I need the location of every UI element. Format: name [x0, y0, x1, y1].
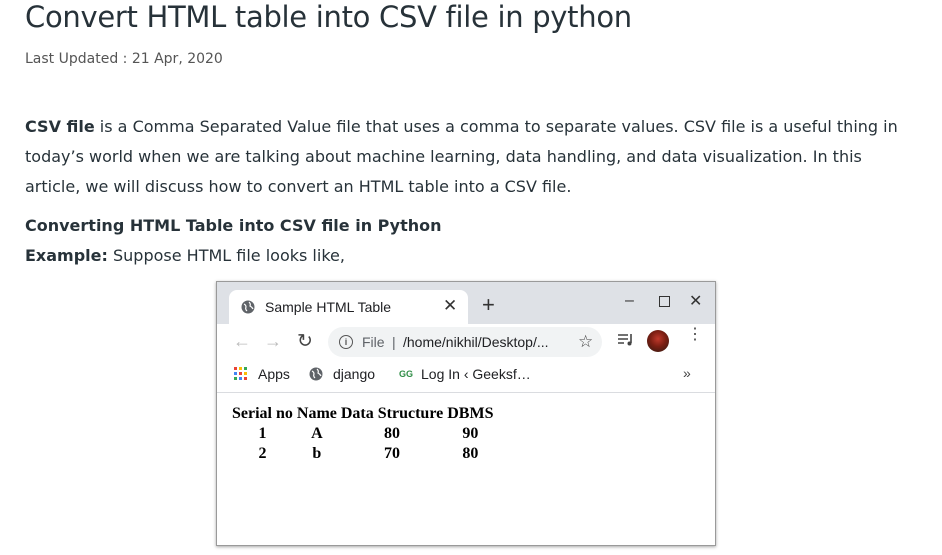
profile-avatar[interactable]: [647, 330, 669, 352]
last-updated-date: 21 Apr, 2020: [131, 51, 223, 67]
example-line: Example: Suppose HTML file looks like,: [25, 242, 345, 270]
page-content: Serial no Name Data Structure DBMS 1 A 8…: [217, 393, 715, 545]
tab-strip: Sample HTML Table ✕ + – ✕: [217, 282, 715, 324]
last-updated-label: Last Updated :: [25, 51, 132, 67]
url-text[interactable]: /home/nikhil/Desktop/...: [403, 334, 549, 350]
info-icon[interactable]: i: [339, 335, 353, 349]
browser-tab[interactable]: Sample HTML Table ✕: [229, 290, 468, 324]
reload-icon[interactable]: ↻: [297, 330, 313, 353]
table-cell: 80: [384, 425, 401, 442]
bookmarks-bar: Apps django GG Log In ‹ Geeksf… »: [217, 362, 715, 393]
column-header: Data Structure: [340, 405, 444, 422]
forward-arrow-icon[interactable]: →: [264, 331, 282, 352]
browser-toolbar: ← → ↻ i File | /home/nikhil/Desktop/... …: [217, 324, 715, 362]
bookmark-geeksforgeeks-login[interactable]: Log In ‹ Geeksf…: [421, 366, 531, 382]
minimize-icon[interactable]: –: [625, 292, 634, 310]
geeksforgeeks-icon: GG: [399, 369, 414, 379]
kebab-menu-icon[interactable]: ⋮: [687, 327, 703, 343]
example-text: Suppose HTML file looks like,: [107, 246, 345, 265]
example-label: Example:: [25, 246, 108, 265]
url-separator: |: [392, 334, 396, 350]
close-tab-icon[interactable]: ✕: [443, 297, 457, 315]
table-row: 2 b 70 80: [231, 445, 494, 463]
sample-html-table: Serial no Name Data Structure DBMS 1 A 8…: [229, 403, 496, 465]
table-cell: 70: [384, 445, 401, 462]
column-header: DBMS: [447, 405, 494, 422]
maximize-icon[interactable]: [659, 296, 670, 307]
url-scheme: File: [362, 334, 385, 350]
table-header-row: Serial no Name Data Structure DBMS: [231, 405, 494, 423]
intro-bold-term: CSV file: [25, 117, 95, 136]
last-updated: Last Updated : 21 Apr, 2020: [25, 51, 223, 67]
bookmark-apps[interactable]: Apps: [258, 366, 290, 382]
table-cell: 80: [462, 445, 479, 462]
table-cell: 1: [258, 425, 267, 442]
table-cell: 2: [258, 445, 267, 462]
table-cell: 90: [462, 425, 479, 442]
table-cell: b: [312, 445, 322, 462]
globe-icon: [309, 367, 323, 381]
article-title: Convert HTML table into CSV file in pyth…: [25, 0, 632, 34]
new-tab-button[interactable]: +: [482, 294, 495, 316]
column-header: Name: [296, 405, 337, 422]
apps-grid-icon[interactable]: [234, 367, 248, 381]
intro-paragraph: CSV file is a Comma Separated Value file…: [25, 112, 915, 202]
tab-title: Sample HTML Table: [265, 299, 392, 315]
media-queue-icon[interactable]: [617, 333, 635, 347]
back-arrow-icon[interactable]: ←: [233, 331, 251, 352]
browser-screenshot: Sample HTML Table ✕ + – ✕ ← → ↻ i File |…: [216, 281, 716, 546]
more-bookmarks-icon[interactable]: »: [683, 365, 691, 381]
intro-text: is a Comma Separated Value file that use…: [25, 117, 898, 196]
close-window-icon[interactable]: ✕: [689, 291, 702, 311]
table-row: 1 A 80 90: [231, 425, 494, 443]
address-bar[interactable]: i File | /home/nikhil/Desktop/... ☆: [328, 327, 602, 357]
bookmark-star-icon[interactable]: ☆: [578, 332, 593, 352]
bookmark-django[interactable]: django: [333, 366, 375, 382]
column-header: Serial no: [232, 405, 293, 422]
table-cell: A: [311, 425, 323, 442]
globe-icon: [241, 300, 255, 314]
section-heading: Converting HTML Table into CSV file in P…: [25, 216, 442, 235]
